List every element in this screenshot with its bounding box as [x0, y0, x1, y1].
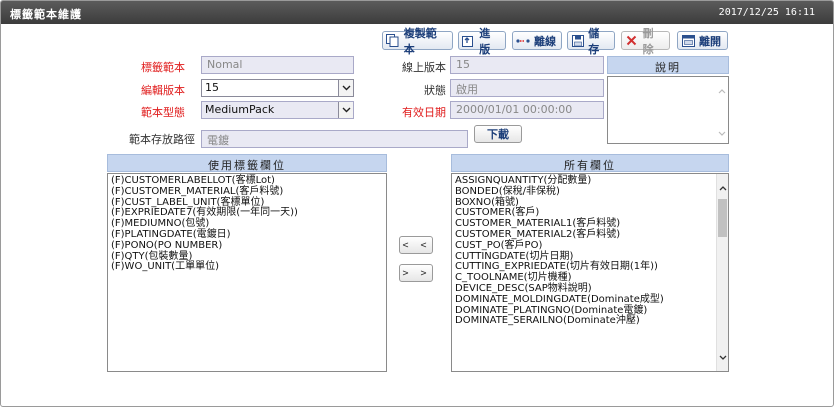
- description-textarea[interactable]: [607, 76, 729, 144]
- copy-template-label: 複製範本: [403, 26, 437, 56]
- move-right-button[interactable]: > >: [399, 264, 433, 282]
- all-fields-scrollbar[interactable]: [716, 174, 728, 371]
- download-button[interactable]: 下載: [474, 125, 522, 143]
- scroll-up-icon[interactable]: [717, 182, 728, 194]
- list-item[interactable]: (F)WO_UNIT(工單單位): [108, 262, 386, 273]
- all-fields-list[interactable]: ASSIGNQUANTITY(分配數量) BONDED(保稅/非保稅) BOXN…: [451, 173, 729, 372]
- effective-date-field[interactable]: 2000/01/01 00:00:00: [450, 101, 604, 119]
- list-item[interactable]: DOMINATE_MOLDINGDATE(Dominate成型): [452, 294, 728, 306]
- storage-path-label: 範本存放路徑: [129, 133, 195, 146]
- version-up-label: 進版: [479, 26, 491, 56]
- version-up-icon: [462, 34, 475, 47]
- template-field[interactable]: Nomal: [201, 56, 354, 74]
- offline-label: 離線: [534, 34, 556, 48]
- window-title: 標籤範本維護: [10, 8, 82, 21]
- chevron-down-icon[interactable]: [338, 102, 353, 118]
- scroll-up-icon[interactable]: [716, 85, 727, 97]
- scroll-down-icon[interactable]: [716, 127, 727, 139]
- effective-date-label: 有效日期: [402, 106, 446, 119]
- delete-label: 刪除: [642, 26, 654, 56]
- datetime-display: 2017/12/25 16:11: [718, 7, 815, 18]
- list-item[interactable]: (F)CUSTOMER_MATERIAL(客戶料號): [108, 186, 386, 198]
- copy-template-button[interactable]: 複製範本: [382, 27, 453, 56]
- offline-button[interactable]: 離線: [512, 31, 562, 50]
- template-type-value: MediumPack: [205, 103, 275, 116]
- version-up-button[interactable]: 進版: [458, 27, 506, 56]
- list-item[interactable]: CUST_PO(客戶PO): [452, 240, 728, 252]
- used-fields-list[interactable]: (F)CUSTOMERLABELLOT(客標Lot) (F)CUSTOMER_M…: [107, 173, 387, 372]
- list-item[interactable]: BONDED(保稅/非保稅): [452, 186, 728, 198]
- save-label: 儲存: [588, 26, 600, 56]
- template-type-select[interactable]: MediumPack: [201, 101, 354, 119]
- copy-icon: [386, 34, 400, 47]
- used-fields-header: 使用標籤欄位: [107, 154, 387, 172]
- exit-icon: [681, 34, 695, 47]
- move-left-button[interactable]: < <: [399, 236, 433, 254]
- x-icon: [625, 34, 639, 47]
- all-fields-header: 所有欄位: [451, 154, 729, 172]
- exit-label: 離開: [699, 34, 721, 48]
- floppy-icon: [571, 34, 584, 47]
- edit-version-select[interactable]: 15: [201, 79, 354, 97]
- description-header: 說明: [607, 56, 729, 74]
- edit-version-value: 15: [205, 81, 219, 94]
- save-button[interactable]: 儲存: [567, 27, 615, 56]
- online-version-label: 線上版本: [402, 61, 446, 74]
- title-bar: 標籤範本維護 2017/12/25 16:11: [1, 1, 833, 24]
- description-scrollbar[interactable]: [716, 77, 728, 143]
- scrollbar-thumb[interactable]: [718, 199, 727, 237]
- status-field[interactable]: 啟用: [450, 79, 604, 97]
- status-label: 狀態: [424, 84, 446, 97]
- delete-button[interactable]: 刪除: [621, 27, 670, 56]
- storage-path-field[interactable]: 電鍍: [201, 130, 468, 148]
- offline-icon: [516, 34, 530, 47]
- online-version-field[interactable]: 15: [450, 56, 604, 74]
- template-maintenance-window: 標籤範本維護 2017/12/25 16:11 複製範本 進版 離線 儲存 刪除: [0, 0, 834, 407]
- template-type-label: 範本型態: [141, 106, 185, 119]
- chevron-down-icon[interactable]: [338, 80, 353, 96]
- template-label: 標籤範本: [141, 61, 185, 74]
- edit-version-label: 編輯版本: [141, 84, 185, 97]
- exit-button[interactable]: 離開: [677, 31, 728, 50]
- list-item[interactable]: DOMINATE_SERAILNO(Dominate沖壓): [452, 316, 728, 327]
- list-item[interactable]: (F)PONO(PO NUMBER): [108, 240, 386, 252]
- scroll-down-icon[interactable]: [717, 351, 728, 363]
